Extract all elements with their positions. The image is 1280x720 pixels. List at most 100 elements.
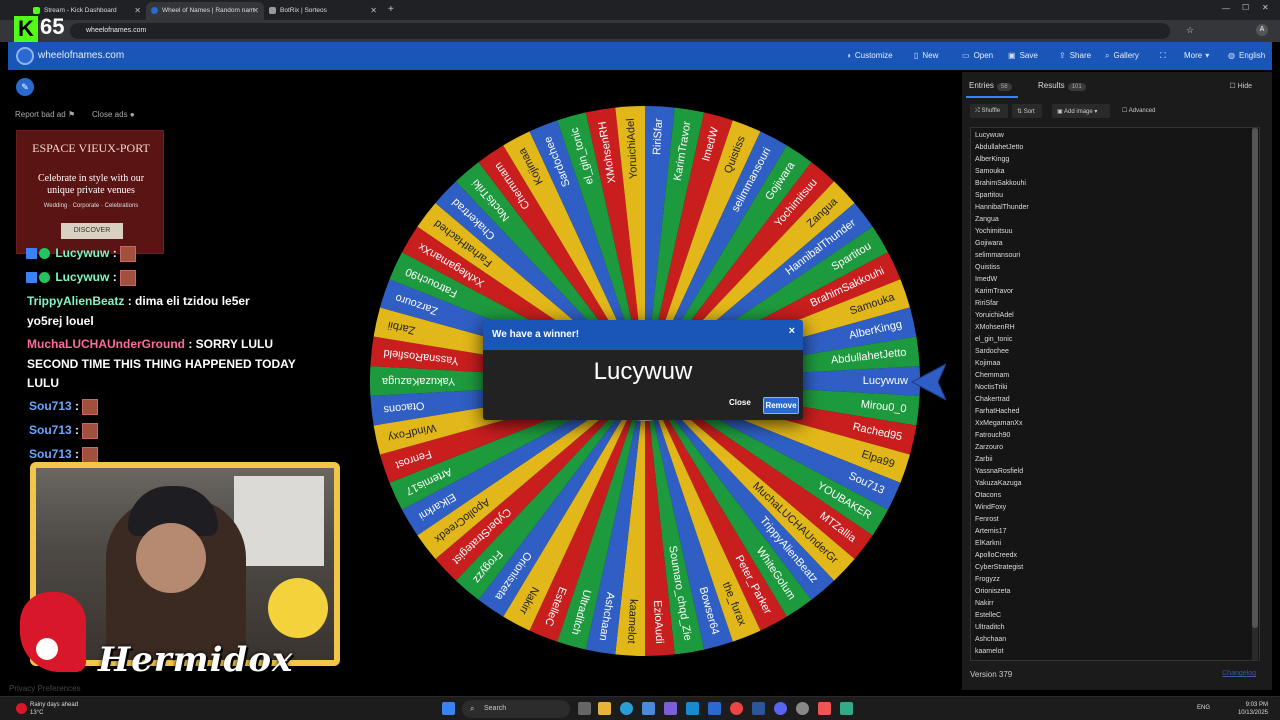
language-indicator[interactable]: ENG bbox=[1197, 705, 1210, 711]
entry-item[interactable]: Chemmam bbox=[975, 372, 1009, 379]
entry-item[interactable]: Ashchaan bbox=[975, 636, 1006, 643]
close-ads-link[interactable]: Close ads ● bbox=[92, 110, 135, 119]
tab-results[interactable]: Results 101 bbox=[1038, 81, 1086, 91]
entry-item[interactable]: BrahimSakkouhi bbox=[975, 180, 1026, 187]
entry-item[interactable]: Samouka bbox=[975, 168, 1005, 175]
edit-pencil-button[interactable]: ✎ bbox=[16, 78, 34, 96]
close-tab-icon[interactable]: ✕ bbox=[370, 6, 377, 15]
entry-item[interactable]: Yochimitsuu bbox=[975, 228, 1013, 235]
entry-item[interactable]: YakuzaKazuga bbox=[975, 480, 1022, 487]
menu-save[interactable]: ▣ Save bbox=[1008, 51, 1038, 60]
tab-entries[interactable]: Entries 58 bbox=[969, 81, 1012, 91]
entry-item[interactable]: Lucywuw bbox=[975, 132, 1004, 139]
taskbar-clock[interactable]: 9:03 PM 10/13/2025 bbox=[1238, 701, 1268, 717]
entry-item[interactable]: Chakertrad bbox=[975, 396, 1010, 403]
entry-item[interactable]: WindFoxy bbox=[975, 504, 1006, 511]
ad-discover-button[interactable]: DISCOVER bbox=[61, 223, 123, 239]
app-icon[interactable] bbox=[708, 702, 721, 715]
entry-item[interactable]: Zarzouro bbox=[975, 444, 1003, 451]
entry-item[interactable]: ApolloCreedx bbox=[975, 552, 1017, 559]
entry-item[interactable]: ImedW bbox=[975, 276, 997, 283]
entry-item[interactable]: HannibalThunder bbox=[975, 204, 1029, 211]
tab-wheel-of-names[interactable]: Wheel of Names | Random nam ✕ bbox=[146, 2, 264, 20]
tab-botrix[interactable]: BotRix | Sorteos ✕ bbox=[264, 2, 382, 20]
entry-item[interactable]: el_gin_tonic bbox=[975, 336, 1012, 343]
entry-item[interactable]: Frogyzz bbox=[975, 576, 1000, 583]
menu-share[interactable]: ⇪ Share bbox=[1059, 51, 1091, 60]
entry-item[interactable]: AbdullahetJetto bbox=[975, 144, 1023, 151]
entry-item[interactable]: Otacons bbox=[975, 492, 1001, 499]
entry-item[interactable]: Gojiwara bbox=[975, 240, 1003, 247]
entry-item[interactable]: YoruichiAdel bbox=[975, 312, 1014, 319]
entry-item[interactable]: YassnaRosfield bbox=[975, 468, 1023, 475]
notepad-icon[interactable] bbox=[840, 702, 853, 715]
entry-item[interactable]: NoctisTriki bbox=[975, 384, 1007, 391]
entry-item[interactable]: kaamelot bbox=[975, 648, 1003, 655]
changelog-link[interactable]: Changelog bbox=[1222, 670, 1256, 677]
obs-icon[interactable] bbox=[796, 702, 809, 715]
close-icon[interactable]: × bbox=[789, 325, 795, 337]
entry-item[interactable]: RiriSfar bbox=[975, 300, 998, 307]
close-tab-icon[interactable]: ✕ bbox=[134, 6, 141, 15]
site-name[interactable]: wheelofnames.com bbox=[38, 50, 124, 61]
minimize-icon[interactable]: — bbox=[1222, 4, 1230, 13]
entries-scrollbar[interactable] bbox=[1252, 128, 1258, 660]
word-icon[interactable] bbox=[752, 702, 765, 715]
entry-item[interactable]: ElKarkni bbox=[975, 540, 1001, 547]
entry-item[interactable]: Orioniszeta bbox=[975, 588, 1010, 595]
menu-customize[interactable]: ◑ Customize bbox=[846, 51, 893, 60]
menu-more[interactable]: More ▾ bbox=[1184, 51, 1213, 60]
bookmark-star-icon[interactable]: ☆ bbox=[1186, 25, 1194, 36]
entry-item[interactable]: Artemis17 bbox=[975, 528, 1007, 535]
hide-toggle[interactable]: ☐ Hide bbox=[1229, 82, 1252, 90]
entry-item[interactable]: Quistiss bbox=[975, 264, 1000, 271]
entry-item[interactable]: Fatrouch90 bbox=[975, 432, 1010, 439]
maximize-icon[interactable]: ☐ bbox=[1242, 3, 1249, 12]
file-explorer-icon[interactable] bbox=[598, 702, 611, 715]
add-image-button[interactable]: ▣ Add image ▾ bbox=[1052, 104, 1110, 118]
shuffle-button[interactable]: ⤮ Shuffle bbox=[970, 104, 1008, 118]
close-window-icon[interactable]: ✕ bbox=[1262, 3, 1269, 12]
menu-fullscreen[interactable]: ⛶ bbox=[1160, 51, 1170, 61]
store-icon[interactable] bbox=[642, 702, 655, 715]
entry-item[interactable]: XMohsenRH bbox=[975, 324, 1015, 331]
new-tab-icon[interactable]: + bbox=[388, 4, 394, 15]
task-view-icon[interactable] bbox=[578, 702, 591, 715]
entry-item[interactable]: Zarbii bbox=[975, 456, 993, 463]
entry-item[interactable]: selimmansouri bbox=[975, 252, 1020, 259]
menu-new[interactable]: ▯ New bbox=[914, 51, 938, 60]
entries-textarea[interactable]: Lucywuw AbdullahetJetto AlberKingg Samouka B… bbox=[970, 127, 1260, 661]
brave-icon[interactable] bbox=[818, 702, 831, 715]
app-icon[interactable] bbox=[686, 702, 699, 715]
report-ad-link[interactable]: Report bad ad ⚑ bbox=[15, 110, 75, 119]
entry-item[interactable]: FarhatHached bbox=[975, 408, 1019, 415]
profile-avatar[interactable]: A bbox=[1256, 24, 1268, 36]
entry-item[interactable]: EstelleC bbox=[975, 612, 1001, 619]
entry-item[interactable]: Zangua bbox=[975, 216, 999, 223]
menu-language[interactable]: ◍ English bbox=[1228, 51, 1265, 60]
remove-button[interactable]: Remove bbox=[763, 397, 799, 414]
advanced-toggle[interactable]: ☐ Advanced bbox=[1122, 107, 1155, 114]
menu-gallery[interactable]: ⌕ Gallery bbox=[1105, 51, 1139, 61]
entry-item[interactable]: Ultraditch bbox=[975, 624, 1005, 631]
menu-open[interactable]: ▭ Open bbox=[962, 51, 993, 60]
privacy-preferences-link[interactable]: Privacy Preferences bbox=[9, 684, 81, 693]
taskbar-search[interactable]: ⌕ Search bbox=[462, 700, 570, 718]
advertisement[interactable]: ESPACE VIEUX-PORT Celebrate in style wit… bbox=[16, 130, 164, 254]
entry-item[interactable]: XxMegamanXx bbox=[975, 420, 1022, 427]
close-button[interactable]: Close bbox=[729, 398, 751, 407]
entry-item[interactable]: Sardochee bbox=[975, 348, 1009, 355]
close-tab-icon[interactable]: ✕ bbox=[252, 6, 259, 15]
weather-widget[interactable]: Rainy days ahead 13°C bbox=[30, 701, 78, 717]
app-icon[interactable] bbox=[664, 702, 677, 715]
entry-item[interactable]: AlberKingg bbox=[975, 156, 1009, 163]
edge-icon[interactable] bbox=[620, 702, 633, 715]
discord-icon[interactable] bbox=[774, 702, 787, 715]
windows-start-icon[interactable] bbox=[442, 702, 455, 715]
sort-button[interactable]: ⇅ Sort bbox=[1012, 104, 1042, 118]
entry-item[interactable]: KarimTravor bbox=[975, 288, 1013, 295]
scroll-thumb[interactable] bbox=[1252, 128, 1258, 628]
entry-item[interactable]: Kojimaa bbox=[975, 360, 1000, 367]
entry-item[interactable]: Fenrost bbox=[975, 516, 999, 523]
url-field[interactable]: wheelofnames.com bbox=[70, 23, 1170, 39]
